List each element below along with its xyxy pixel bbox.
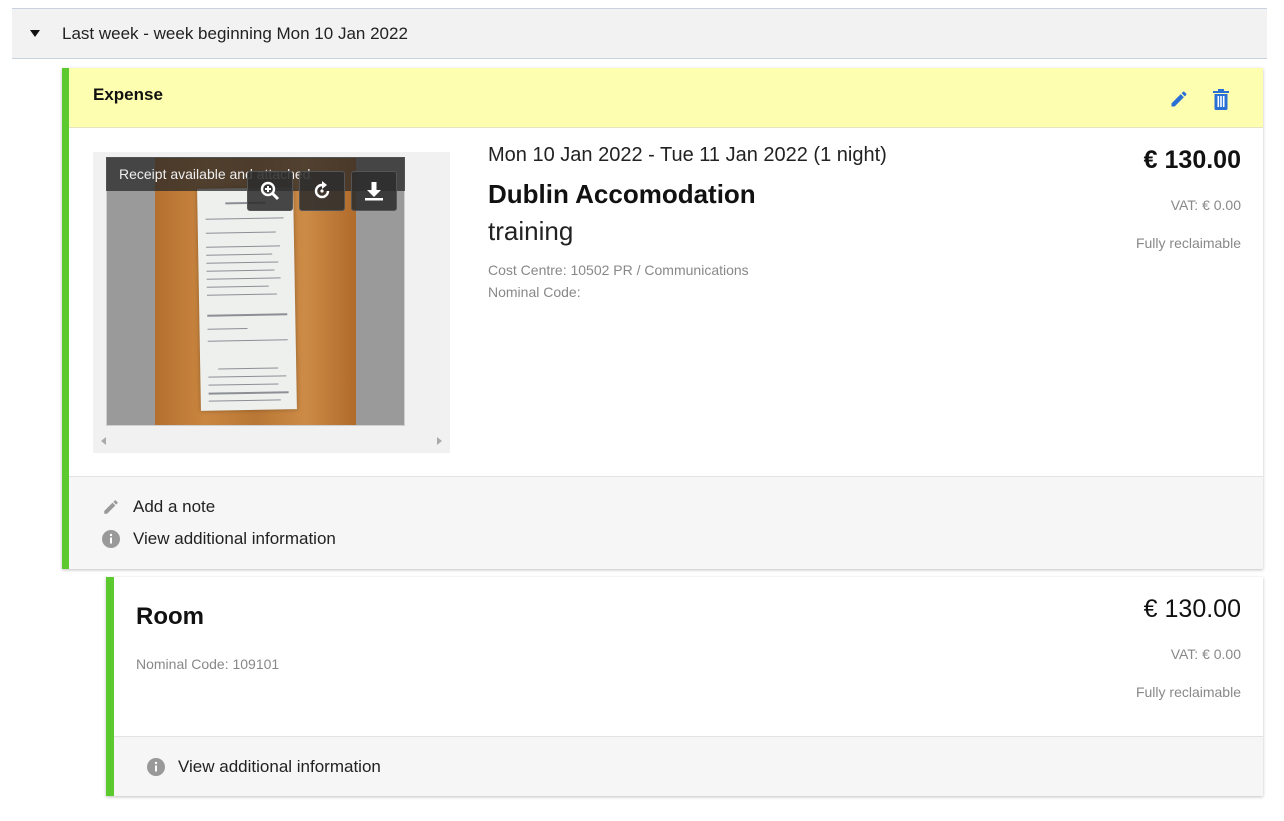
scroll-left-icon[interactable] bbox=[101, 437, 106, 445]
week-group-header[interactable]: Last week - week beginning Mon 10 Jan 20… bbox=[12, 8, 1267, 59]
expense-details: Mon 10 Jan 2022 - Tue 11 Jan 2022 (1 nig… bbox=[488, 144, 887, 303]
caret-down-icon[interactable] bbox=[30, 30, 40, 37]
room-card-footer: View additional information bbox=[114, 736, 1263, 796]
room-view-info-label: View additional information bbox=[178, 757, 381, 776]
room-vat: VAT: € 0.00 bbox=[1170, 646, 1241, 662]
info-icon bbox=[146, 757, 166, 777]
expense-reclaim-status: Fully reclaimable bbox=[1135, 235, 1241, 251]
view-info-label: View additional information bbox=[133, 529, 336, 548]
expense-vat: VAT: € 0.00 bbox=[1170, 197, 1241, 213]
zoom-in-icon[interactable] bbox=[247, 171, 293, 211]
expense-card: Expense Receipt available and attached M… bbox=[62, 68, 1263, 569]
download-icon[interactable] bbox=[351, 171, 397, 211]
receipt-scrollbar[interactable] bbox=[93, 433, 450, 449]
expense-dates: Mon 10 Jan 2022 - Tue 11 Jan 2022 (1 nig… bbox=[488, 144, 887, 166]
pencil-icon bbox=[101, 497, 121, 517]
expense-purpose: training bbox=[488, 216, 574, 246]
trash-icon[interactable] bbox=[1210, 88, 1232, 110]
expense-type-label: Expense bbox=[93, 85, 163, 104]
pencil-icon[interactable] bbox=[1168, 88, 1190, 110]
receipt-viewer: Receipt available and attached bbox=[93, 152, 450, 453]
room-reclaim-status: Fully reclaimable bbox=[1135, 684, 1241, 700]
expense-amounts: € 130.00 VAT: € 0.00 Fully reclaimable bbox=[1136, 146, 1241, 251]
room-view-additional-info-link[interactable]: View additional information bbox=[146, 757, 381, 777]
rotate-icon[interactable] bbox=[299, 171, 345, 211]
room-amounts: € 130.00 VAT: € 0.00 Fully reclaimable bbox=[1136, 595, 1241, 700]
room-item-card: Room Nominal Code: 109101 € 130.00 VAT: … bbox=[106, 577, 1263, 796]
expense-amount: € 130.00 bbox=[1143, 146, 1241, 174]
room-amount: € 130.00 bbox=[1143, 595, 1241, 623]
cost-centre: Cost Centre: 10502 PR / Communications bbox=[488, 262, 749, 278]
scroll-right-icon[interactable] bbox=[437, 437, 442, 445]
expense-card-header: Expense bbox=[69, 68, 1263, 128]
receipt-paper-image bbox=[197, 187, 297, 411]
nominal-code: Nominal Code: bbox=[488, 284, 581, 300]
room-nominal-code: Nominal Code: 109101 bbox=[136, 656, 280, 672]
week-title: Last week - week beginning Mon 10 Jan 20… bbox=[62, 23, 408, 43]
expense-card-footer: Add a note View additional information bbox=[69, 476, 1263, 569]
info-icon bbox=[101, 529, 121, 549]
room-name: Room bbox=[136, 603, 204, 630]
add-note-label: Add a note bbox=[133, 497, 216, 516]
add-note-link[interactable]: Add a note bbox=[101, 497, 215, 517]
expense-merchant: Dublin Accomodation bbox=[488, 179, 756, 209]
view-additional-info-link[interactable]: View additional information bbox=[101, 529, 336, 549]
